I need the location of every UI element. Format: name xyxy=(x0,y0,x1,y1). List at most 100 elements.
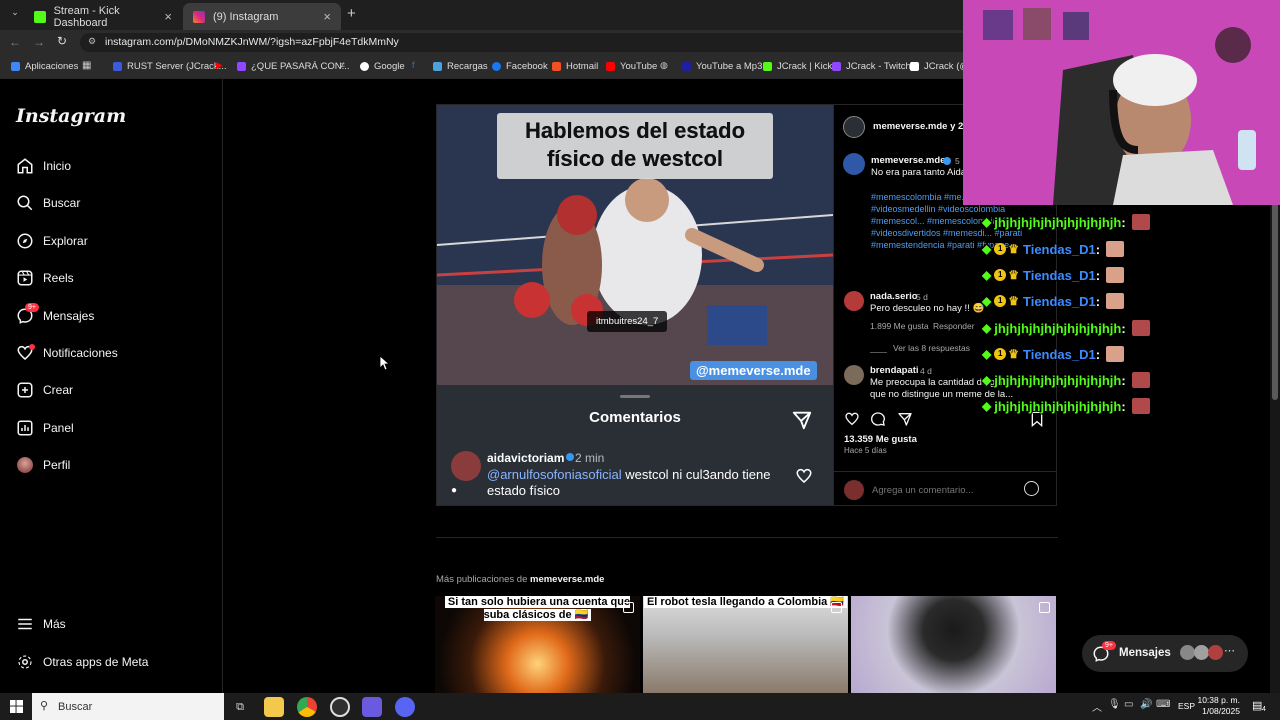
nav-label: Notificaciones xyxy=(43,346,118,360)
volume-icon[interactable]: 🔊 xyxy=(1140,699,1152,710)
windows-start-icon[interactable] xyxy=(10,700,23,713)
nav-item-perfil[interactable]: Perfil xyxy=(16,456,70,474)
grid-icon[interactable]: ▦ xyxy=(82,60,91,71)
tab-label: (9) Instagram xyxy=(213,10,279,23)
webcam-streamer-illustration xyxy=(963,0,1280,205)
chrome-icon[interactable] xyxy=(297,697,317,717)
tab-kick-dashboard[interactable]: Stream - Kick Dashboard × xyxy=(24,3,182,30)
avatar[interactable] xyxy=(843,153,865,175)
bookmark-jcrack-twitch[interactable]: JCrack - Twitch xyxy=(832,61,911,72)
tagged-user-chip[interactable]: itmbuitres24_7 xyxy=(587,311,668,332)
bookmark-facebook[interactable]: Facebook xyxy=(492,61,548,72)
new-tab-button[interactable]: + xyxy=(347,5,356,22)
messages-pill[interactable]: 9+ Mensajes ⋯ xyxy=(1082,635,1248,672)
instagram-favicon-icon xyxy=(193,10,205,23)
bookmark-youtube-mp3[interactable]: YouTube a Mp3 xyxy=(682,61,762,72)
comment-username[interactable]: brendapati xyxy=(870,365,919,376)
nav-item-otras-apps[interactable]: Otras apps de Meta xyxy=(16,653,148,671)
obs-icon[interactable] xyxy=(330,697,350,717)
nav-item-mensajes[interactable]: 9+ Mensajes xyxy=(16,303,94,325)
language-indicator[interactable]: ESP xyxy=(1178,701,1195,711)
tab-instagram[interactable]: (9) Instagram × xyxy=(183,3,341,30)
microphone-icon[interactable]: 🎙 xyxy=(1108,699,1121,710)
close-icon[interactable]: × xyxy=(164,9,172,24)
kick-badge-icon: ◆ xyxy=(982,294,992,308)
scrollbar-thumb[interactable] xyxy=(1272,200,1278,400)
kick-badge-icon: ◆ xyxy=(982,321,992,335)
post-thumbnail[interactable] xyxy=(851,596,1056,693)
nav-item-notificaciones[interactable]: Notificaciones xyxy=(16,344,118,362)
nav-item-buscar[interactable]: Buscar xyxy=(16,194,80,212)
bookmark-icon xyxy=(113,62,122,71)
facebook-icon xyxy=(492,62,501,71)
reply-button[interactable]: Responder xyxy=(933,321,975,331)
bookmark-youtube[interactable]: YouTube xyxy=(606,61,657,72)
discord-icon[interactable] xyxy=(395,697,415,717)
comment-input[interactable] xyxy=(872,482,1012,498)
taskbar-search[interactable]: ⚲ Buscar xyxy=(32,693,224,720)
youtube-icon[interactable]: ▶ xyxy=(216,60,223,71)
globe-icon[interactable]: ◍ xyxy=(660,60,668,71)
file-explorer-icon[interactable] xyxy=(264,697,284,717)
nav-item-mas[interactable]: Más xyxy=(16,615,66,633)
post-media[interactable]: Hablemos del estado físico de westcol it… xyxy=(437,105,833,505)
chat-message: ◆ 1 ♛ Tiendas_D1 : xyxy=(982,291,1125,311)
url-text: instagram.com/p/DMoNMZKJnWM/?igsh=azFpbj… xyxy=(105,36,399,48)
view-replies-button[interactable]: Ver las 8 respuestas xyxy=(893,343,970,353)
bolt-icon[interactable]: ≠ xyxy=(340,60,345,70)
address-bar[interactable]: ⚙ instagram.com/p/DMoNMZKJnWM/?igsh=azFp… xyxy=(80,33,970,52)
bookmark-rust[interactable]: RUST Server (JCrack... xyxy=(113,61,227,72)
nav-item-panel[interactable]: Panel xyxy=(16,419,74,437)
bookmark-hotmail[interactable]: Hotmail xyxy=(552,61,598,72)
notifications-icon[interactable]: ▤ xyxy=(1252,699,1262,712)
like-heart-icon[interactable] xyxy=(844,411,860,427)
task-view-icon[interactable]: ⧉ xyxy=(230,697,250,717)
nav-label: Perfil xyxy=(43,458,71,472)
chat-username: Tiendas_D1 xyxy=(1023,267,1096,283)
avatar[interactable] xyxy=(844,291,864,311)
post-header-user[interactable]: memeverse.mde y 2 p xyxy=(873,121,972,132)
site-info-icon[interactable]: ⚙ xyxy=(88,36,96,47)
bookmark-recargas[interactable]: Recargas xyxy=(433,61,488,72)
more-icon: ⋯ xyxy=(1224,645,1235,657)
comment-username[interactable]: nada.serio xyxy=(870,291,918,302)
chat-message: ◆ jhjhjhjhjhjhjhjhjhjhjh : xyxy=(982,212,1150,232)
post-thumbnail[interactable]: El robot tesla llegando a Colombia 🇨🇴 xyxy=(643,596,848,693)
nav-item-inicio[interactable]: Inicio xyxy=(16,157,71,175)
chat-message: ◆ jhjhjhjhjhjhjhjhjhjhjh : xyxy=(982,370,1150,390)
taskbar-clock[interactable]: 10:38 p. m. 1/08/2025 xyxy=(1195,695,1240,717)
comment-likes[interactable]: 1.899 Me gusta xyxy=(870,321,929,331)
nav-label: Explorar xyxy=(43,234,88,248)
bookmark-apps[interactable]: Aplicaciones xyxy=(11,61,78,72)
post-thumbnail[interactable]: Si tan solo hubiera una cuenta que suba … xyxy=(435,596,640,693)
instagram-logo[interactable]: Instagram xyxy=(16,105,126,127)
nav-item-explorar[interactable]: Explorar xyxy=(16,232,88,250)
messages-pill-label: Mensajes xyxy=(1119,647,1171,659)
back-icon[interactable]: ← xyxy=(9,35,21,49)
emoji-icon[interactable] xyxy=(1024,481,1039,496)
nav-item-crear[interactable]: Crear xyxy=(16,381,73,399)
reload-icon[interactable]: ↻ xyxy=(57,34,67,48)
comment-icon[interactable] xyxy=(870,411,886,427)
forward-icon[interactable]: → xyxy=(33,35,45,49)
nav-item-reels[interactable]: Reels xyxy=(16,269,74,287)
bookmark-que-pasara[interactable]: ¿QUE PASARÁ CON... xyxy=(237,61,350,72)
chevron-up-icon[interactable]: ︿ xyxy=(1092,699,1102,714)
caption-username[interactable]: memeverse.mde xyxy=(871,155,945,166)
keyboard-icon[interactable]: ⌨ xyxy=(1156,699,1170,710)
share-icon[interactable] xyxy=(897,411,913,427)
messenger-icon: 9+ xyxy=(16,303,39,325)
compass-icon xyxy=(16,232,34,250)
facebook-icon[interactable]: f xyxy=(412,60,415,70)
bookmark-google[interactable]: Google xyxy=(360,61,405,72)
comment-time: 5 d xyxy=(916,292,928,302)
app-icon[interactable] xyxy=(362,697,382,717)
close-icon[interactable]: × xyxy=(323,9,331,24)
tab-search-icon[interactable]: ⌄ xyxy=(8,7,22,21)
avatar[interactable] xyxy=(844,365,864,385)
bookmark-jcrack-kick[interactable]: JCrack | Kick xyxy=(763,61,832,72)
avatar[interactable] xyxy=(843,116,865,138)
post-date: Hace 5 días xyxy=(844,446,887,455)
likes-count[interactable]: 13.359 Me gusta xyxy=(844,434,917,445)
network-icon[interactable]: ▭ xyxy=(1124,699,1133,710)
